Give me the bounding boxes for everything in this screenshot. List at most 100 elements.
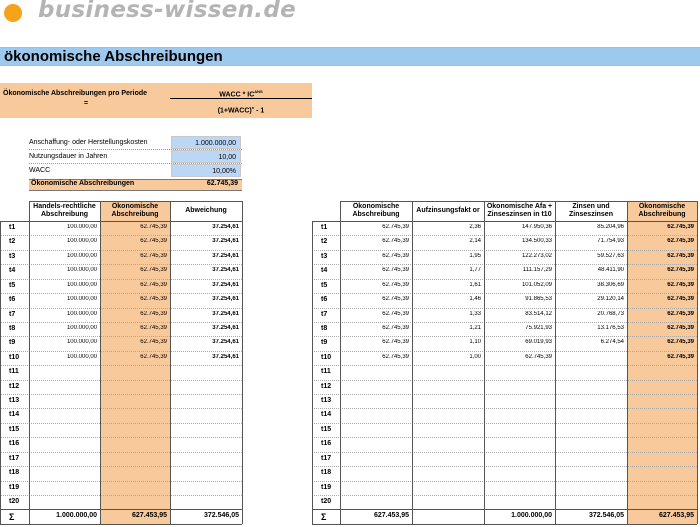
right-table-cell: 62.745,39 [667,267,694,274]
right-table-period-label: t5 [321,281,328,289]
formula-numerator: WACC * ICANS [170,85,312,99]
formula-denominator-text: (1+WACC) [217,107,252,115]
left-table-period-label: t7 [9,310,16,318]
right-table-cell: 69.019,93 [525,339,552,346]
left-table-period-label: t14 [9,411,20,419]
left-table-cell: 62.745,39 [140,224,167,230]
right-table-cell: 62.745,39 [382,252,409,259]
left-table-period-label: t4 [9,267,16,275]
left-table-cell: 62.745,39 [140,296,167,303]
left-table-sum-cell: 1.000.000,00 [56,512,97,520]
right-table-period-label: t20 [321,497,332,505]
right-table-cell: 83.514,12 [525,310,552,317]
left-table-row-line [0,365,242,367]
left-table-cell: 100.000,00 [66,324,97,331]
right-table-cell: 62.745,39 [667,224,694,230]
left-table-period-label: t20 [9,497,20,505]
right-table-row-line [312,408,697,410]
left-table-cell: 62.745,39 [140,267,167,274]
left-table-period-label: t3 [9,252,16,260]
right-table-cell: 62.745,39 [667,238,694,245]
right-table-col-border [627,201,628,524]
right-table-period-label: t10 [321,353,332,361]
right-table-row-line [312,264,697,266]
left-table-cell: 37.254,61 [212,252,239,259]
formula-numerator-sup: ANS [254,89,263,94]
left-table-col-border [242,201,243,524]
input-label-wacc: WACC [29,167,51,174]
right-table-cell: 1,95 [469,252,481,259]
left-table-cell: 100.000,00 [66,310,97,317]
right-table-cell: 62.745,39 [382,267,409,274]
right-table-period-label: t1 [321,224,328,231]
left-table-header-border [29,201,242,202]
left-table-sum-symbol: Σ [9,512,15,523]
right-table-sum-cell: 372.546,05 [588,512,624,520]
left-table-sum-cell: 627.453,95 [131,512,167,520]
right-table-period-label: t7 [321,310,328,318]
right-table-period-label: t12 [321,382,332,390]
left-table-cell: 37.254,61 [212,339,239,346]
input-wacc[interactable]: 10,00% [171,164,241,177]
right-table-cell: 1,21 [469,324,481,331]
left-table-cell: 100.000,00 [66,238,97,245]
right-table-sum-top [312,509,697,511]
right-table-row-line [312,293,697,295]
input-label-duration: Nutzungsdauer in Jahren [29,153,108,160]
left-table-sum-cell: 372.546,05 [203,512,239,520]
right-table-row-line [312,437,697,439]
right-table-cell: 1,10 [469,339,481,346]
left-table-period-label: t11 [9,368,19,376]
left-table-cell: 100.000,00 [66,353,97,360]
left-table-period-label: t17 [9,454,20,462]
left-table-cell: 62.745,39 [140,324,167,331]
right-table-cell: 59.527,63 [597,252,624,259]
right-table-sum-bottom [312,523,697,525]
left-table-col-border [29,201,30,524]
right-table-row-line [312,278,697,280]
left-table-period-label: t12 [9,382,20,390]
right-table-cell: 1,46 [469,296,481,303]
left-table-row-line [0,235,242,237]
left-table-row-line [0,394,242,396]
result-label: Ökonomische Abschreibungen [31,180,135,187]
left-table-period-label: t1 [9,224,16,231]
right-table-cell: 62.745,39 [667,296,694,303]
right-table-row-line [312,307,697,309]
right-table-sum-cell: 1.000.000,00 [511,512,552,520]
right-table-cell: 101.052,09 [521,281,552,288]
left-table-row-line [0,437,242,439]
right-table-period-label: t16 [321,440,332,448]
right-table-period-label: t9 [321,339,328,347]
left-table-period-label: t13 [9,397,20,405]
left-table-cell: 100.000,00 [66,296,97,303]
right-table-cell: 111.157,29 [522,267,552,274]
left-table-header-1: Handels-rechtliche Abschreibung [33,203,96,218]
right-table-cell: 62.745,39 [382,296,409,303]
right-table-cell: 134.500,33 [521,238,552,245]
left-table-row-line [0,480,242,482]
right-table-cell: 62.745,39 [382,310,409,317]
input-cost[interactable]: 1.000.000,00 [171,136,241,149]
input-duration[interactable]: 10,00 [171,150,241,163]
left-table-cell: 100.000,00 [66,224,97,230]
left-table-cell: 37.254,61 [212,296,239,303]
right-table-period-label: t17 [321,454,332,462]
left-table-cell: 100.000,00 [66,267,97,274]
right-table-cell: 122.273,02 [521,252,552,259]
left-table-row-line [0,321,242,323]
right-table-cell: 62.745,39 [667,324,694,331]
left-table-row-line [0,422,242,424]
right-table-cell: 13.176,53 [597,324,624,331]
left-table-row-line [0,278,242,280]
right-table-period-label: t2 [321,238,328,246]
formula-label: Ökonomische Abschreibungen pro Periode [3,90,148,97]
left-table-row-line [0,466,242,468]
left-table-cell: 37.254,61 [212,281,239,288]
right-table-row-line [312,451,697,453]
left-table-row-line [0,408,242,410]
right-table-period-label: t4 [321,267,328,275]
left-table-row-line [0,336,242,338]
left-table-period-label: t2 [9,238,16,246]
left-table-row-line [0,307,242,309]
